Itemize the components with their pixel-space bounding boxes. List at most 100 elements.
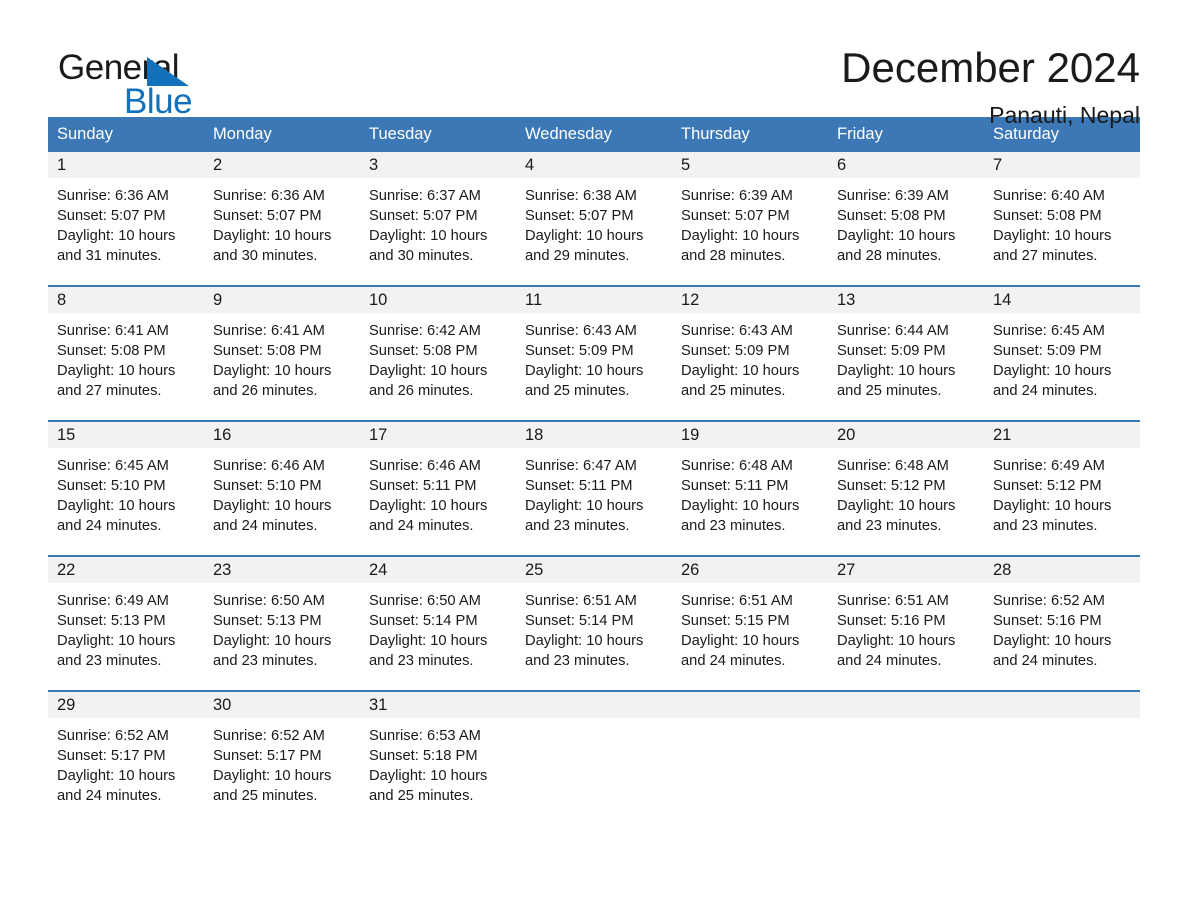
sunset-text: Sunset: 5:08 PM (837, 208, 946, 224)
calendar-day-cell[interactable]: 16 Sunrise: 6:46 AM Sunset: 5:10 PM Dayligh… (204, 420, 360, 556)
daylight-text-line2: and 26 minutes. (213, 383, 318, 399)
daylight-text-line2: and 24 minutes. (57, 518, 162, 534)
sunrise-text: Sunrise: 6:36 AM (57, 188, 169, 204)
daylight-text-line2: and 25 minutes. (213, 788, 318, 804)
calendar-day-cell[interactable]: 26 Sunrise: 6:51 AM Sunset: 5:15 PM Dayligh… (672, 555, 828, 691)
daylight-text-line1: Daylight: 10 hours (57, 363, 176, 379)
day-details: Sunrise: 6:52 AM Sunset: 5:17 PM Daylight:… (48, 718, 204, 806)
calendar-page: General Blue December 2024 Panauti, Nepa… (0, 0, 1188, 918)
daylight-text-line2: and 27 minutes. (993, 248, 1098, 264)
day-number: 5 (672, 152, 828, 178)
daylight-text-line1: Daylight: 10 hours (681, 633, 800, 649)
sunset-text: Sunset: 5:09 PM (837, 343, 946, 359)
calendar-day-cell[interactable]: 17 Sunrise: 6:46 AM Sunset: 5:11 PM Dayligh… (360, 420, 516, 556)
sunset-text: Sunset: 5:10 PM (57, 478, 166, 494)
calendar-day-cell[interactable]: 4 Sunrise: 6:38 AM Sunset: 5:07 PM Daylight… (516, 152, 672, 286)
calendar-day-cell[interactable]: 18 Sunrise: 6:47 AM Sunset: 5:11 PM Dayligh… (516, 420, 672, 556)
calendar-day-cell[interactable]: 7 Sunrise: 6:40 AM Sunset: 5:08 PM Daylight… (984, 152, 1140, 286)
calendar-day-cell[interactable]: 1 Sunrise: 6:36 AM Sunset: 5:07 PM Daylight… (48, 152, 204, 286)
calendar-body: 1 Sunrise: 6:36 AM Sunset: 5:07 PM Daylight… (48, 152, 1140, 825)
calendar-day-cell[interactable]: 31 Sunrise: 6:53 AM Sunset: 5:18 PM Dayligh… (360, 690, 516, 825)
calendar-day-cell[interactable]: 14 Sunrise: 6:45 AM Sunset: 5:09 PM Dayligh… (984, 285, 1140, 421)
day-number: 20 (828, 422, 984, 448)
daylight-text-line1: Daylight: 10 hours (525, 498, 644, 514)
day-cell-inner: 3 Sunrise: 6:37 AM Sunset: 5:07 PM Daylight… (360, 152, 516, 285)
daylight-text-line2: and 25 minutes. (837, 383, 942, 399)
daylight-text-line2: and 24 minutes. (993, 383, 1098, 399)
sunset-text: Sunset: 5:09 PM (993, 343, 1102, 359)
calendar-day-cell[interactable]: 8 Sunrise: 6:41 AM Sunset: 5:08 PM Daylight… (48, 285, 204, 421)
day-cell-inner: 20 Sunrise: 6:48 AM Sunset: 5:12 PM Dayligh… (828, 422, 984, 555)
day-details: Sunrise: 6:51 AM Sunset: 5:15 PM Daylight:… (672, 583, 828, 671)
day-number: 28 (984, 557, 1140, 583)
day-details: Sunrise: 6:49 AM Sunset: 5:13 PM Daylight:… (48, 583, 204, 671)
calendar-day-cell[interactable]: 5 Sunrise: 6:39 AM Sunset: 5:07 PM Daylight… (672, 152, 828, 286)
day-details: Sunrise: 6:51 AM Sunset: 5:16 PM Daylight:… (828, 583, 984, 671)
daylight-text-line2: and 30 minutes. (213, 248, 318, 264)
sunset-text: Sunset: 5:14 PM (525, 613, 634, 629)
calendar-day-cell[interactable]: 24 Sunrise: 6:50 AM Sunset: 5:14 PM Dayligh… (360, 555, 516, 691)
general-blue-logo[interactable]: General Blue (48, 46, 228, 121)
calendar-day-cell[interactable]: 10 Sunrise: 6:42 AM Sunset: 5:08 PM Dayligh… (360, 285, 516, 421)
day-cell-inner: 24 Sunrise: 6:50 AM Sunset: 5:14 PM Dayligh… (360, 557, 516, 690)
sunset-text: Sunset: 5:08 PM (993, 208, 1102, 224)
calendar-day-cell[interactable]: 15 Sunrise: 6:45 AM Sunset: 5:10 PM Dayligh… (48, 420, 204, 556)
daylight-text-line2: and 23 minutes. (525, 653, 630, 669)
daylight-text-line2: and 24 minutes. (57, 788, 162, 804)
calendar-day-cell[interactable]: 23 Sunrise: 6:50 AM Sunset: 5:13 PM Dayligh… (204, 555, 360, 691)
calendar-day-cell[interactable]: 9 Sunrise: 6:41 AM Sunset: 5:08 PM Daylight… (204, 285, 360, 421)
day-details: Sunrise: 6:36 AM Sunset: 5:07 PM Daylight:… (204, 178, 360, 266)
sunrise-text: Sunrise: 6:49 AM (993, 458, 1105, 474)
sunrise-text: Sunrise: 6:49 AM (57, 593, 169, 609)
calendar-day-cell[interactable]: 29 Sunrise: 6:52 AM Sunset: 5:17 PM Dayligh… (48, 690, 204, 825)
calendar-day-cell[interactable]: 12 Sunrise: 6:43 AM Sunset: 5:09 PM Dayligh… (672, 285, 828, 421)
day-number: 14 (984, 287, 1140, 313)
day-details: Sunrise: 6:53 AM Sunset: 5:18 PM Daylight:… (360, 718, 516, 806)
day-cell-inner: 2 Sunrise: 6:36 AM Sunset: 5:07 PM Daylight… (204, 152, 360, 285)
weekday-header-monday: Monday (204, 117, 360, 152)
daylight-text-line1: Daylight: 10 hours (369, 633, 488, 649)
daylight-text-line1: Daylight: 10 hours (837, 498, 956, 514)
calendar-day-cell[interactable]: 3 Sunrise: 6:37 AM Sunset: 5:07 PM Daylight… (360, 152, 516, 286)
day-number: 3 (360, 152, 516, 178)
calendar-week-row: 22 Sunrise: 6:49 AM Sunset: 5:13 PM Dayligh… (48, 555, 1140, 691)
sunset-text: Sunset: 5:07 PM (681, 208, 790, 224)
day-number: 30 (204, 692, 360, 718)
calendar-day-cell[interactable]: 22 Sunrise: 6:49 AM Sunset: 5:13 PM Dayligh… (48, 555, 204, 691)
calendar-day-cell[interactable]: 30 Sunrise: 6:52 AM Sunset: 5:17 PM Dayligh… (204, 690, 360, 825)
daylight-text-line2: and 25 minutes. (369, 788, 474, 804)
daylight-text-line2: and 25 minutes. (681, 383, 786, 399)
day-number: 2 (204, 152, 360, 178)
day-number: 25 (516, 557, 672, 583)
calendar-day-cell[interactable]: 28 Sunrise: 6:52 AM Sunset: 5:16 PM Dayligh… (984, 555, 1140, 691)
day-number: 15 (48, 422, 204, 448)
sunrise-text: Sunrise: 6:52 AM (57, 728, 169, 744)
sunrise-text: Sunrise: 6:52 AM (213, 728, 325, 744)
calendar-day-cell[interactable]: 21 Sunrise: 6:49 AM Sunset: 5:12 PM Dayligh… (984, 420, 1140, 556)
calendar-empty-cell (516, 690, 672, 825)
day-cell-inner: 30 Sunrise: 6:52 AM Sunset: 5:17 PM Dayligh… (204, 692, 360, 825)
day-details: Sunrise: 6:43 AM Sunset: 5:09 PM Daylight:… (672, 313, 828, 401)
day-cell-inner: 26 Sunrise: 6:51 AM Sunset: 5:15 PM Dayligh… (672, 557, 828, 690)
sunset-text: Sunset: 5:15 PM (681, 613, 790, 629)
calendar-day-cell[interactable]: 25 Sunrise: 6:51 AM Sunset: 5:14 PM Dayligh… (516, 555, 672, 691)
daylight-text-line2: and 23 minutes. (213, 653, 318, 669)
calendar-day-cell[interactable]: 6 Sunrise: 6:39 AM Sunset: 5:08 PM Daylight… (828, 152, 984, 286)
day-details: Sunrise: 6:38 AM Sunset: 5:07 PM Daylight:… (516, 178, 672, 266)
daylight-text-line2: and 24 minutes. (681, 653, 786, 669)
daylight-text-line1: Daylight: 10 hours (369, 498, 488, 514)
calendar-day-cell[interactable]: 19 Sunrise: 6:48 AM Sunset: 5:11 PM Dayligh… (672, 420, 828, 556)
day-cell-inner: 7 Sunrise: 6:40 AM Sunset: 5:08 PM Daylight… (984, 152, 1140, 285)
calendar-day-cell[interactable]: 27 Sunrise: 6:51 AM Sunset: 5:16 PM Dayligh… (828, 555, 984, 691)
sunset-text: Sunset: 5:17 PM (57, 748, 166, 764)
calendar-day-cell[interactable]: 20 Sunrise: 6:48 AM Sunset: 5:12 PM Dayligh… (828, 420, 984, 556)
day-cell-inner: 29 Sunrise: 6:52 AM Sunset: 5:17 PM Dayligh… (48, 692, 204, 825)
logo-text-blue: Blue (124, 82, 193, 121)
sunset-text: Sunset: 5:10 PM (213, 478, 322, 494)
calendar-day-cell[interactable]: 2 Sunrise: 6:36 AM Sunset: 5:07 PM Daylight… (204, 152, 360, 286)
calendar-day-cell[interactable]: 11 Sunrise: 6:43 AM Sunset: 5:09 PM Dayligh… (516, 285, 672, 421)
calendar-day-cell[interactable]: 13 Sunrise: 6:44 AM Sunset: 5:09 PM Dayligh… (828, 285, 984, 421)
day-cell-inner: 18 Sunrise: 6:47 AM Sunset: 5:11 PM Dayligh… (516, 422, 672, 555)
sunrise-text: Sunrise: 6:37 AM (369, 188, 481, 204)
daylight-text-line1: Daylight: 10 hours (993, 498, 1112, 514)
